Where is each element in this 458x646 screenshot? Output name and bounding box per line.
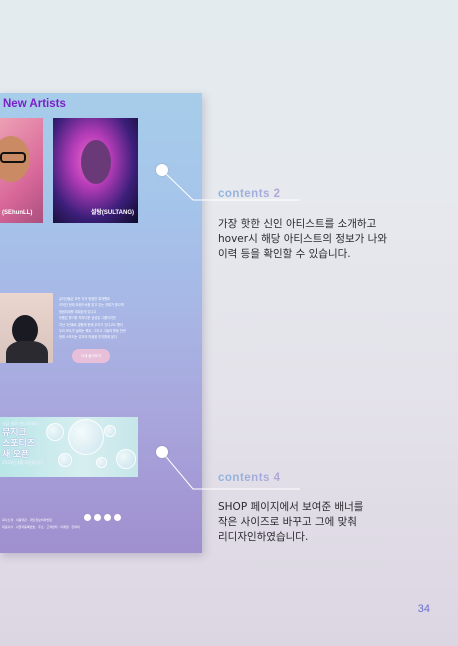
promo-banner[interactable]: 지금 바로 만나보세요 뮤지크 스포티즈 새 오픈 2023년 4월 오픈합니다 [0, 417, 138, 477]
featured-artist-photo [0, 293, 53, 363]
contents-4-label: contents 4 [218, 472, 281, 484]
facebook-icon[interactable] [104, 514, 111, 521]
featured-description: 뮤지션들은 모든 각각 방법만 특색했죠 이어진 현재 트렌드속을 받고 있는 … [59, 297, 126, 340]
new-artists-heading: New Artists [3, 98, 66, 110]
contents-4-description: SHOP 페이지에서 보여준 배너를 작은 사이즈로 바꾸고 그에 맞춰 리디자… [218, 501, 364, 543]
callout-dot [156, 446, 168, 458]
twitter-icon[interactable] [94, 514, 101, 521]
youtube-icon[interactable] [114, 514, 121, 521]
banner-text: 지금 바로 만나보세요 뮤지크 스포티즈 새 오픈 2023년 4월 오픈합니다 [2, 421, 44, 465]
artist-name: 설탕(SULTANG) [90, 210, 134, 216]
artist-card[interactable]: 설탕(SULTANG) [53, 118, 138, 223]
website-screenshot: New Artists (SEhunLL) 설탕(SULTANG) 뮤지션들은 … [0, 93, 202, 553]
contents-2-description: 가장 핫한 신인 아티스트를 소개하고 hover시 해당 아티스트의 정보가 … [218, 218, 387, 260]
callout-dot [156, 164, 168, 176]
social-links [84, 514, 121, 521]
glasses-icon [0, 152, 26, 163]
artist-name: (SEhunLL) [2, 210, 33, 216]
instagram-icon[interactable] [84, 514, 91, 521]
contents-2-label: contents 2 [218, 188, 281, 200]
artist-photo [81, 140, 111, 184]
page-number: 34 [417, 603, 430, 615]
more-button[interactable]: 자세 들어보기 [72, 349, 110, 363]
artist-card[interactable]: (SEhunLL) [0, 118, 43, 223]
footer-info: 회사소개 · 이용약관 · 개인정보처리방침 대표이사 · 사업자등록번호 · … [2, 518, 80, 529]
